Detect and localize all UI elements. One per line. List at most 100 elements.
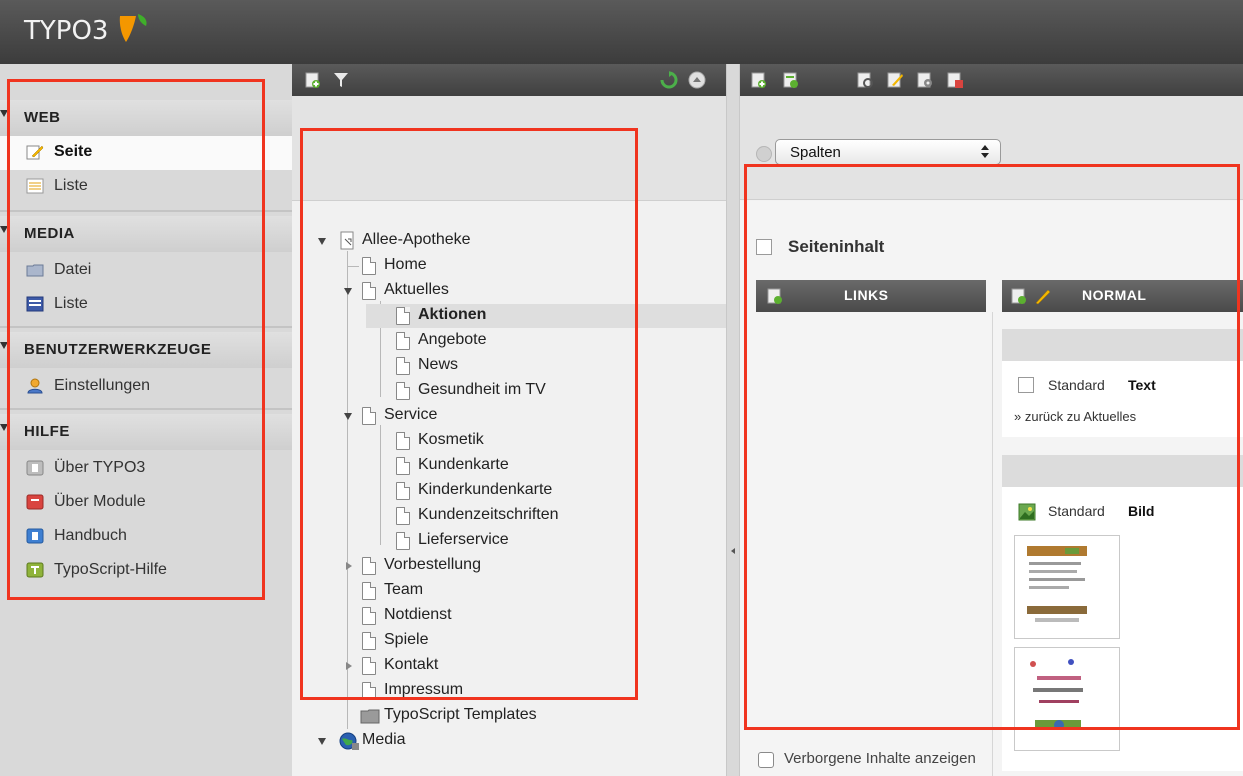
tree-node[interactable]: TypoScript Templates bbox=[338, 704, 598, 728]
content-element[interactable]: Standard Text » zurück zu Aktuelles bbox=[1002, 361, 1243, 437]
page-content-icon bbox=[756, 239, 772, 255]
content-kind-label: Bild bbox=[1128, 503, 1155, 519]
top-bar: TYPO3 bbox=[0, 0, 1243, 64]
page-icon bbox=[396, 457, 410, 475]
menu-item-seite[interactable]: Seite bbox=[0, 136, 292, 170]
expand-toggle-icon[interactable] bbox=[318, 738, 326, 745]
menu-group-web[interactable]: WEB bbox=[0, 100, 292, 136]
page-icon bbox=[362, 557, 376, 575]
menu-group-label: HILFE bbox=[24, 423, 70, 440]
menu-item-einstellungen[interactable]: Einstellungen bbox=[0, 370, 292, 404]
tree-node[interactable]: Home bbox=[347, 254, 552, 278]
menu-group-benutzerwerkzeuge[interactable]: BENUTZERWERKZEUGE bbox=[0, 332, 292, 368]
tree-node[interactable]: Notdienst bbox=[338, 604, 558, 628]
menu-group-media[interactable]: MEDIA bbox=[0, 216, 292, 252]
page-icon bbox=[396, 307, 410, 325]
tree-node-label: Kontakt bbox=[384, 656, 439, 673]
image-content-icon bbox=[1018, 503, 1036, 521]
show-hidden-label: Verborgene Inhalte anzeigen bbox=[784, 750, 976, 767]
expand-toggle-icon[interactable] bbox=[346, 562, 352, 570]
page-tree: Allee-Apotheke Home Aktuelles Aktionen A… bbox=[292, 200, 726, 776]
page-settings-icon[interactable] bbox=[916, 71, 934, 89]
new-page-icon[interactable] bbox=[782, 71, 800, 89]
page-icon bbox=[396, 332, 410, 350]
refresh-icon[interactable] bbox=[660, 71, 678, 89]
column-header-links: LINKS bbox=[756, 280, 986, 312]
page-icon bbox=[362, 407, 376, 425]
tree-node-root[interactable]: Allee-Apotheke bbox=[318, 229, 518, 253]
tree-node[interactable]: Kundenzeitschriften bbox=[366, 504, 616, 528]
tree-node[interactable]: News bbox=[366, 354, 586, 378]
thumbnail-image bbox=[1030, 659, 1083, 730]
menu-item-datei[interactable]: Datei bbox=[0, 254, 292, 288]
new-page-icon[interactable] bbox=[304, 71, 322, 89]
tree-node[interactable]: Spiele bbox=[338, 629, 558, 653]
menu-item-ueber-module[interactable]: Über Module bbox=[0, 486, 292, 520]
menu-group-label: MEDIA bbox=[24, 225, 75, 242]
new-content-icon[interactable] bbox=[766, 287, 784, 305]
expand-toggle-icon[interactable] bbox=[318, 238, 326, 245]
menu-divider bbox=[0, 210, 292, 212]
menu-item-ueber-typo3[interactable]: Über TYPO3 bbox=[0, 452, 292, 486]
tree-node-label: Service bbox=[384, 406, 438, 423]
tree-node-label: Allee-Apotheke bbox=[362, 231, 471, 248]
tree-node[interactable]: Service bbox=[338, 404, 558, 428]
content-link-text[interactable]: » zurück zu Aktuelles bbox=[1014, 409, 1136, 424]
tree-node[interactable]: Angebote bbox=[366, 329, 586, 353]
tree-node-label: Gesundheit im TV bbox=[418, 381, 546, 398]
new-content-icon[interactable] bbox=[1010, 287, 1028, 305]
tree-node[interactable]: Kosmetik bbox=[366, 429, 586, 453]
tree-node[interactable]: Lieferservice bbox=[366, 529, 586, 553]
tree-node[interactable]: Kontakt bbox=[338, 654, 558, 678]
expand-toggle-icon[interactable] bbox=[346, 662, 352, 670]
typo3-logo-text: TYPO3 bbox=[24, 16, 109, 46]
select-arrows-icon bbox=[980, 145, 990, 159]
tree-node[interactable]: Impressum bbox=[338, 679, 558, 703]
content-element-header[interactable] bbox=[1002, 455, 1243, 487]
image-thumbnail[interactable] bbox=[1014, 535, 1120, 639]
tree-node-label: Notdienst bbox=[384, 606, 452, 623]
page-history-icon[interactable] bbox=[946, 71, 964, 89]
view-page-icon[interactable] bbox=[856, 71, 874, 89]
help-icon[interactable] bbox=[756, 146, 772, 162]
new-content-icon[interactable] bbox=[750, 71, 768, 89]
show-hidden-checkbox[interactable] bbox=[758, 752, 774, 768]
tree-node[interactable]: Aktuelles bbox=[338, 279, 558, 303]
collapse-arrow-icon[interactable] bbox=[731, 548, 735, 554]
tree-node[interactable]: Team bbox=[338, 579, 558, 603]
view-mode-value: Spalten bbox=[790, 144, 841, 161]
menu-group-label: BENUTZERWERKZEUGE bbox=[24, 341, 212, 358]
menu-item-typoscript-hilfe[interactable]: TypoScript-Hilfe bbox=[0, 554, 292, 588]
page-content-area: Seiteninhalt LINKS NORMAL Standard Text … bbox=[740, 201, 1243, 776]
tree-node-selected[interactable]: Aktionen bbox=[366, 304, 726, 328]
list-icon bbox=[26, 178, 44, 194]
menu-item-handbuch[interactable]: Handbuch bbox=[0, 520, 292, 554]
menu-item-media-liste[interactable]: Liste bbox=[0, 288, 292, 322]
tree-node[interactable]: Gesundheit im TV bbox=[366, 379, 606, 403]
image-thumbnail[interactable] bbox=[1014, 647, 1120, 751]
edit-page-icon[interactable] bbox=[886, 71, 904, 89]
tree-node[interactable]: Kundenkarte bbox=[366, 454, 586, 478]
tree-node-label: Lieferservice bbox=[418, 531, 509, 548]
tree-node-label: Kinderkundenkarte bbox=[418, 481, 553, 498]
tree-node-media-root[interactable]: Media bbox=[318, 729, 518, 753]
menu-item-liste[interactable]: Liste bbox=[0, 170, 292, 204]
module-menu: WEB Seite Liste MEDIA Datei Liste BENUTZ… bbox=[0, 64, 292, 776]
collapse-all-icon[interactable] bbox=[688, 71, 706, 89]
collapse-triangle-icon bbox=[0, 424, 8, 431]
panel-resize-handle[interactable] bbox=[726, 64, 740, 776]
view-mode-select[interactable]: Spalten bbox=[775, 139, 1001, 165]
folder-icon bbox=[360, 709, 380, 724]
page-icon bbox=[362, 607, 376, 625]
content-element-header[interactable] bbox=[1002, 329, 1243, 361]
filter-icon[interactable] bbox=[332, 71, 350, 89]
tree-node[interactable]: Vorbestellung bbox=[338, 554, 558, 578]
expand-toggle-icon[interactable] bbox=[344, 413, 352, 420]
menu-group-hilfe[interactable]: HILFE bbox=[0, 414, 292, 450]
edit-column-icon[interactable] bbox=[1034, 287, 1052, 305]
tree-node[interactable]: Kinderkundenkarte bbox=[366, 479, 606, 503]
column-label: NORMAL bbox=[1082, 287, 1147, 303]
expand-toggle-icon[interactable] bbox=[344, 288, 352, 295]
menu-divider bbox=[0, 408, 292, 410]
content-panel: Spalten Seiteninhalt LINKS NORMAL Standa… bbox=[740, 64, 1243, 776]
